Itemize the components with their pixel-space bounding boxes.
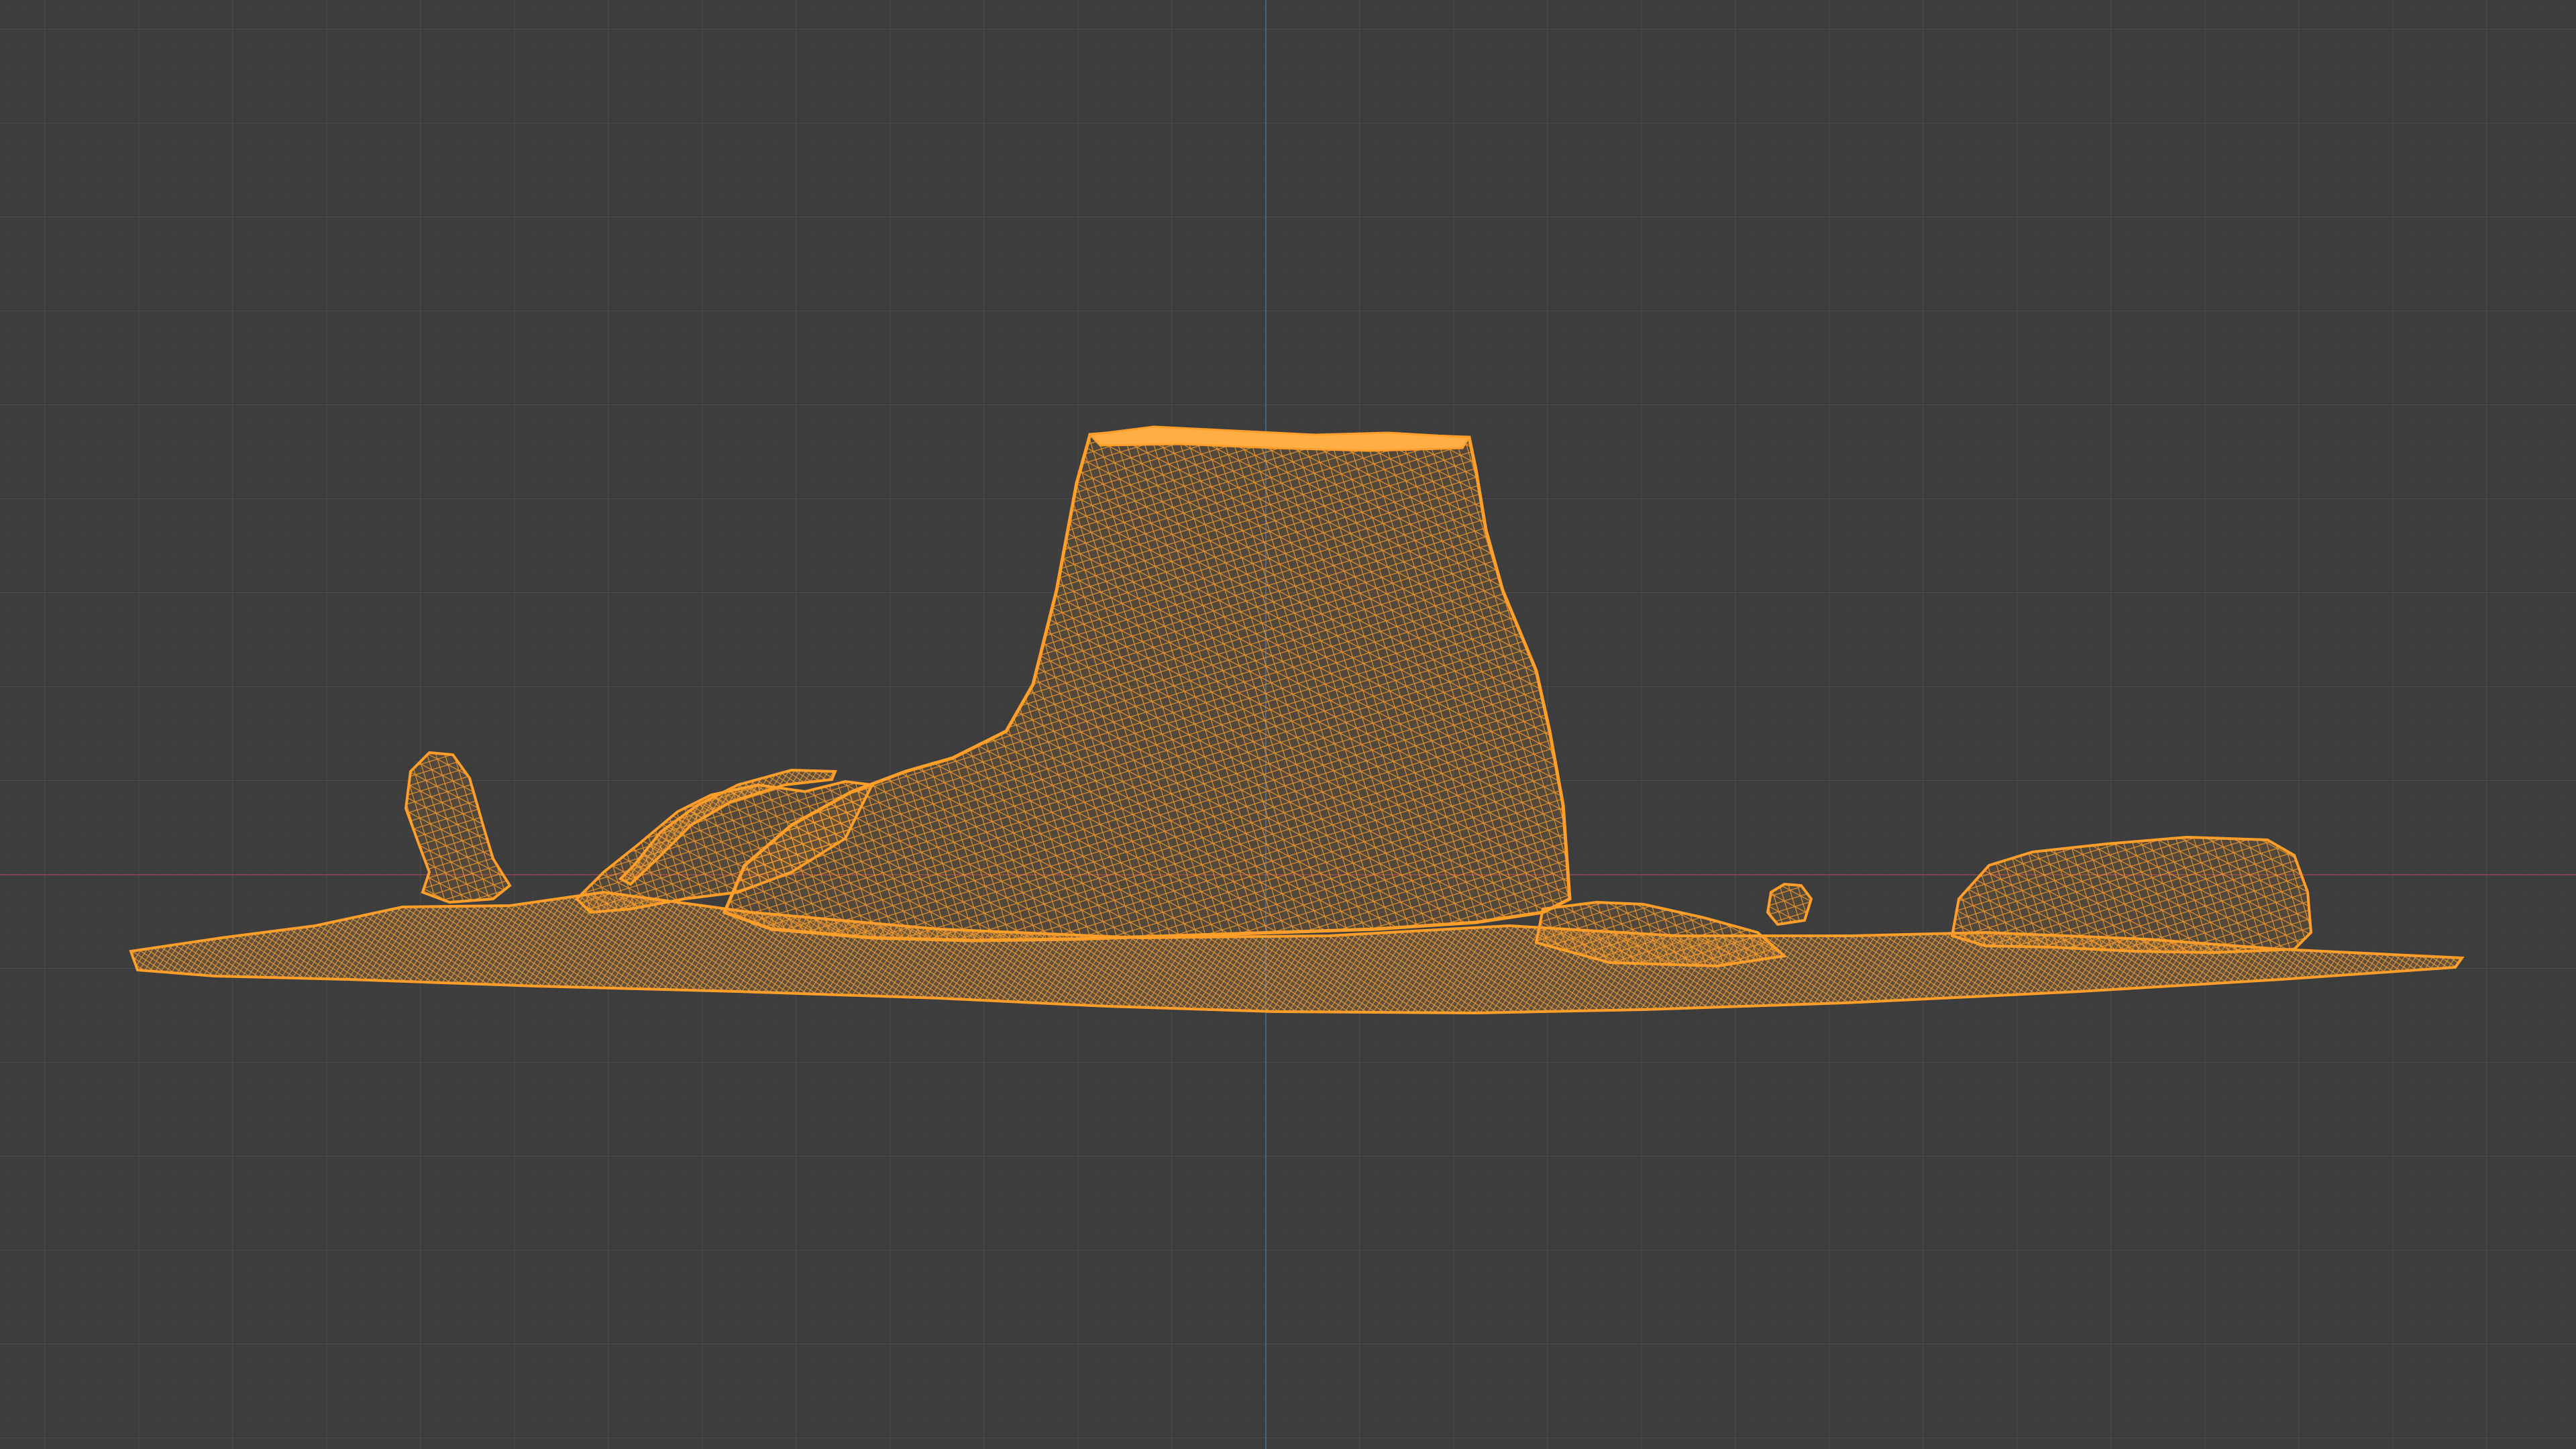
log-right-mesh	[1950, 835, 2313, 955]
small-knob-right	[1766, 882, 1813, 926]
small-post-left	[404, 751, 512, 904]
3d-viewport[interactable]	[0, 0, 2576, 1449]
wireframe-mesh[interactable]	[0, 0, 2576, 1449]
stump-mesh	[722, 427, 1572, 943]
